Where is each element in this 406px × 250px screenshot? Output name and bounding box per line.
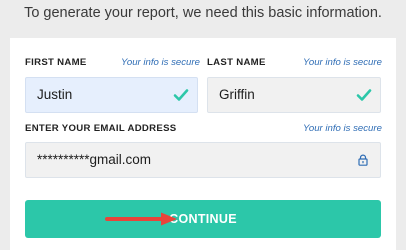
last-name-label: LAST NAME bbox=[207, 57, 266, 68]
report-info-form: FIRST NAME Your info is secure Justin LA… bbox=[10, 38, 396, 250]
last-name-value: Griffin bbox=[219, 87, 255, 102]
first-name-value: Justin bbox=[37, 87, 73, 102]
lock-icon bbox=[358, 154, 368, 166]
email-label: ENTER YOUR EMAIL ADDRESS bbox=[25, 123, 177, 134]
first-name-field[interactable]: Justin bbox=[25, 77, 198, 113]
last-name-field[interactable]: Griffin bbox=[207, 77, 381, 113]
checkmark-icon bbox=[173, 89, 189, 101]
red-arrow-icon bbox=[105, 212, 177, 226]
checkmark-icon bbox=[356, 89, 372, 101]
email-value: **********gmail.com bbox=[37, 152, 152, 167]
last-name-secure-note: Your info is secure bbox=[303, 57, 382, 68]
first-name-label: FIRST NAME bbox=[25, 57, 87, 68]
email-field[interactable]: **********gmail.com bbox=[25, 142, 381, 178]
intro-text: To generate your report, we need this ba… bbox=[24, 5, 382, 21]
first-name-secure-note: Your info is secure bbox=[121, 57, 200, 68]
continue-button[interactable]: CONTINUE bbox=[25, 200, 381, 238]
continue-label: CONTINUE bbox=[169, 212, 237, 226]
email-secure-note: Your info is secure bbox=[303, 123, 382, 134]
